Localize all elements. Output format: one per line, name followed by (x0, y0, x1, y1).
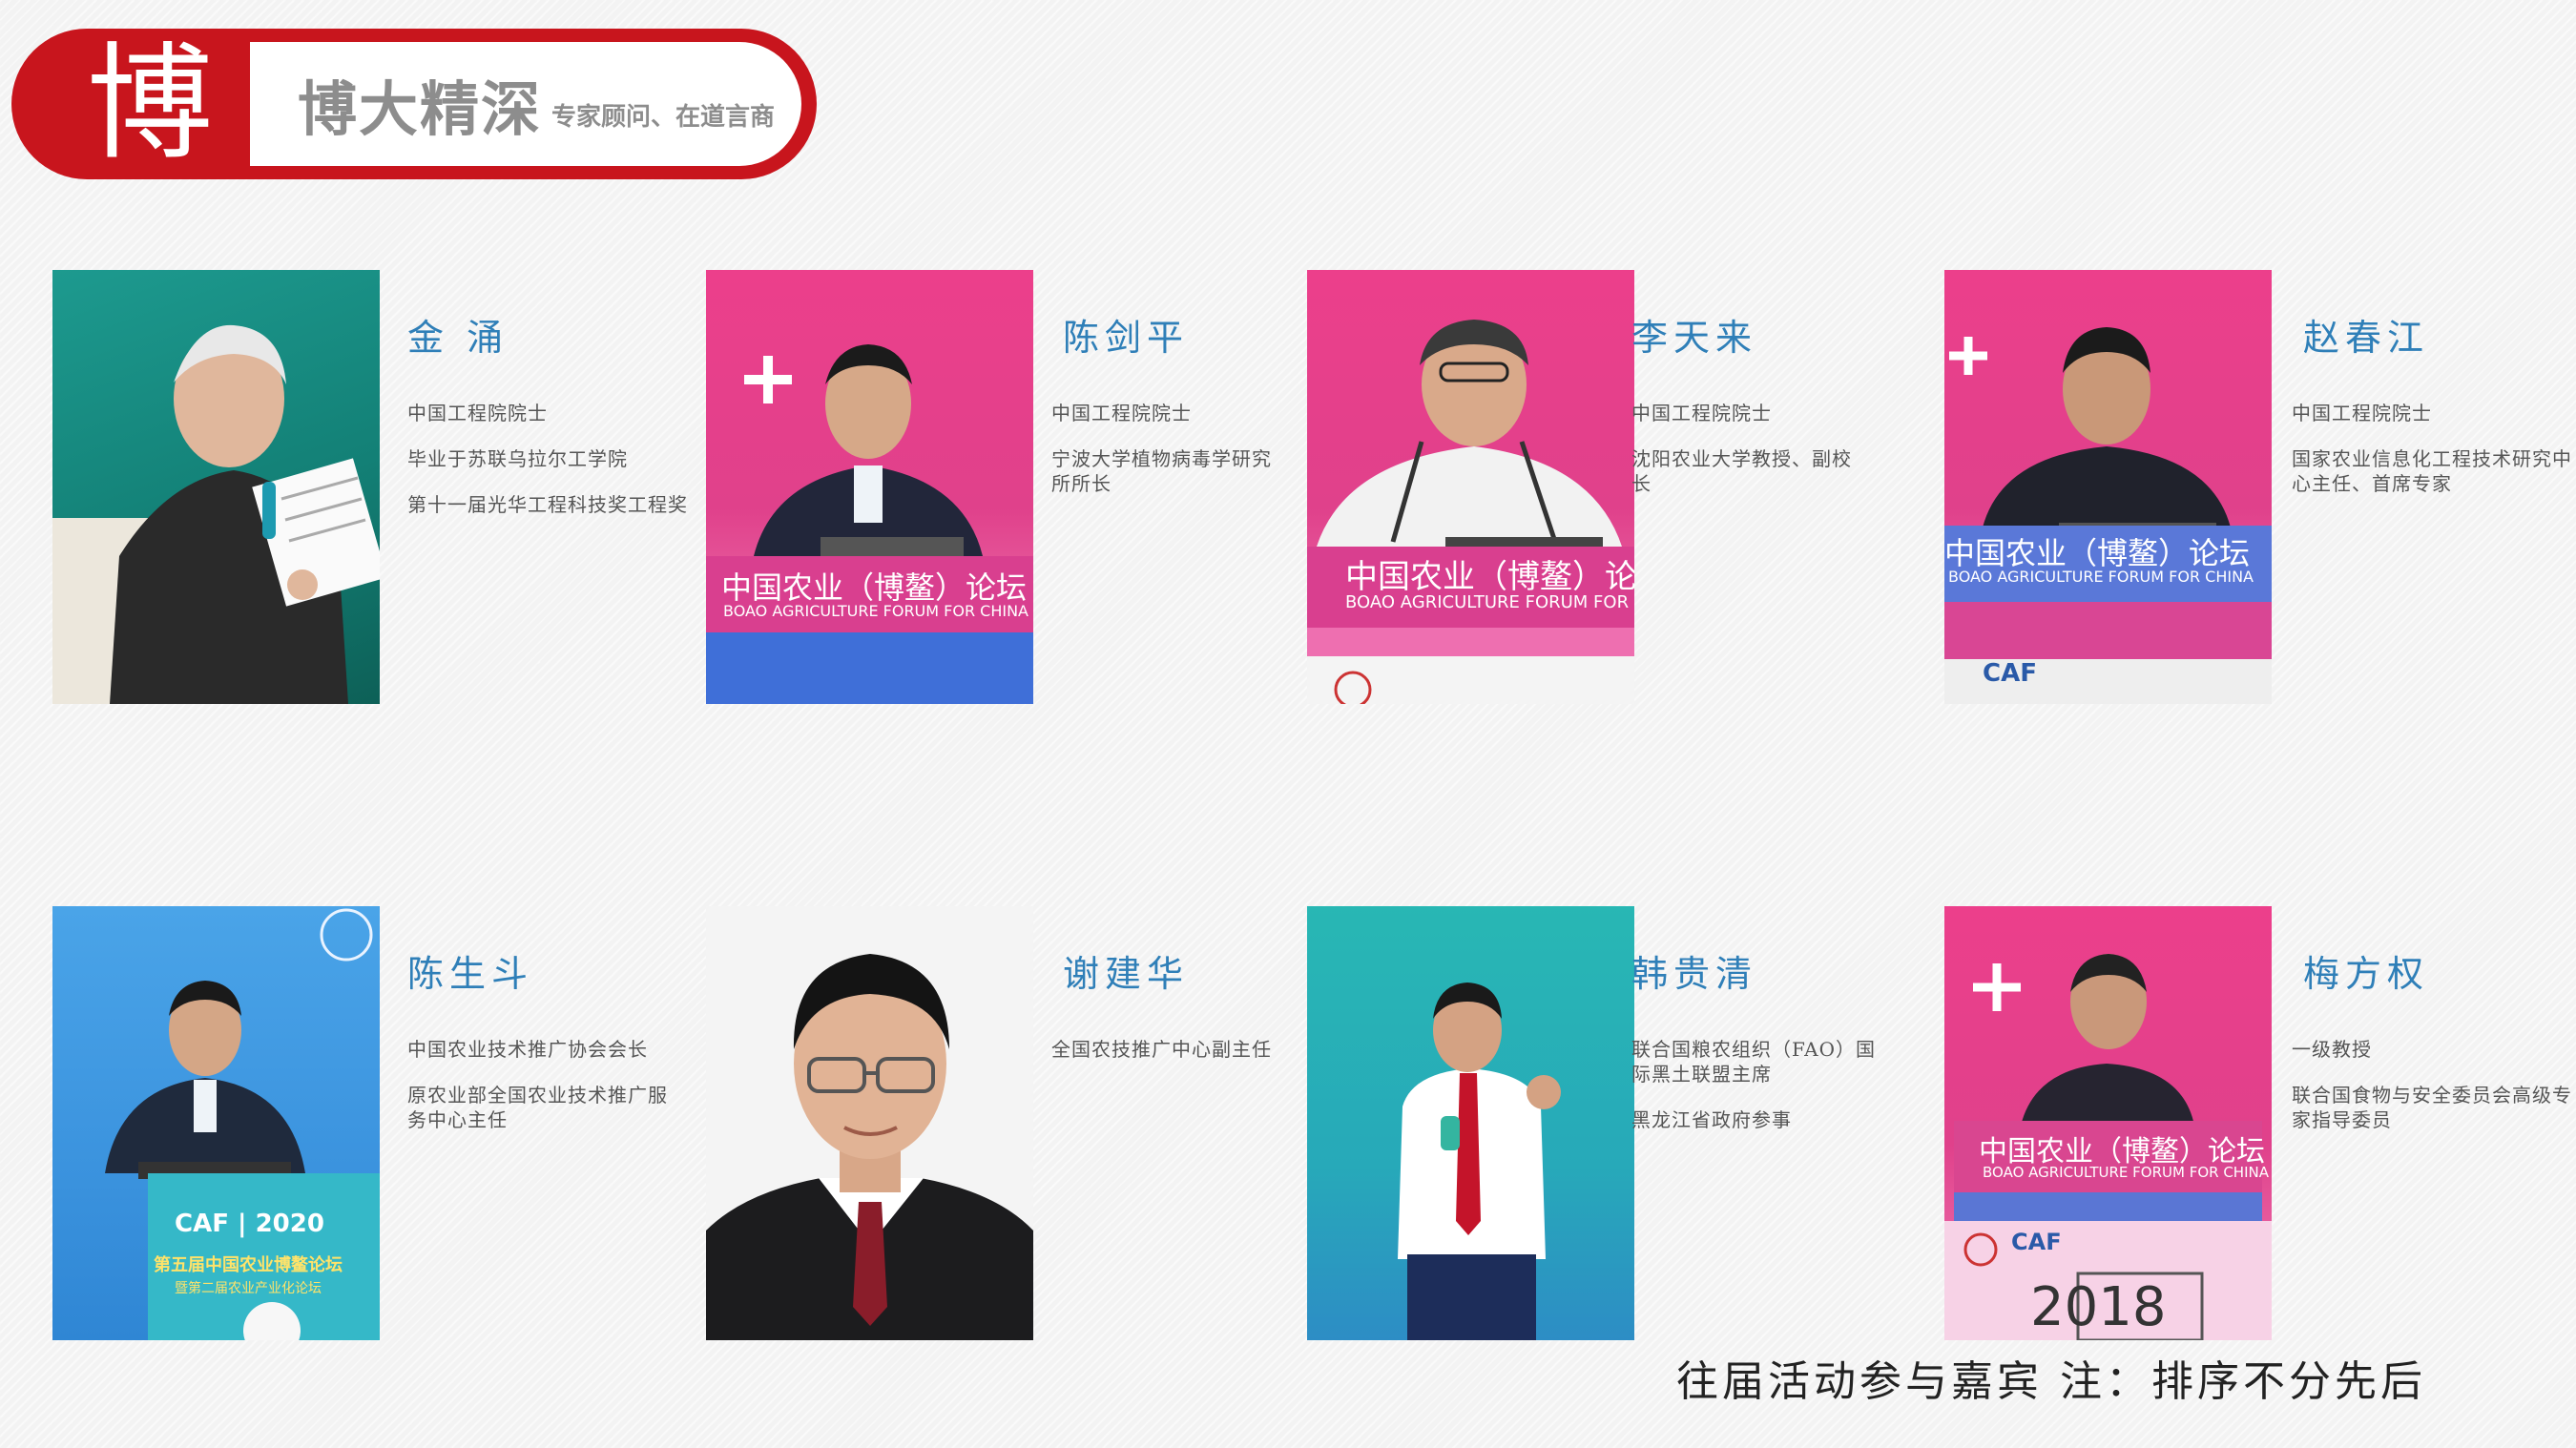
expert-info-1: 金 涌 中国工程院院士 毕业于苏联乌拉尔工学院 第十一届光华工程科技奖工程奖 (407, 308, 694, 538)
footer-note: 往届活动参与嘉宾 注：排序不分先后 (1676, 1357, 2426, 1406)
expert-name: 李天来 (1631, 317, 1758, 359)
expert-desc: 联合国食物与安全委员会高级专家指导委员 (2292, 1084, 2572, 1131)
expert-desc: 国家农业信息化工程技术研究中心主任、首席专家 (2292, 447, 2572, 495)
year-2018: 2018 (2030, 1276, 2167, 1338)
expert-name: 谢建华 (1063, 953, 1190, 995)
expert-card-6: 谢建华 全国农技推广中心副主任 (706, 906, 1326, 1340)
expert-name: 韩贵清 (1631, 953, 1758, 995)
expert-photo-2: 中国农业（博鳌）论坛 BOAO AGRICULTURE FORUM FOR CH… (706, 270, 1033, 704)
expert-desc: 宁波大学植物病毒学研究所所长 (1051, 447, 1272, 495)
expert-desc: 全国农技推广中心副主任 (1051, 1038, 1272, 1061)
banner-en: BOAO AGRICULTURE FORUM FOR CHINA (1983, 1164, 2269, 1181)
caf-logo: CAF | 2020 (175, 1210, 324, 1238)
expert-card-1: 金 涌 中国工程院院士 毕业于苏联乌拉尔工学院 第十一届光华工程科技奖工程奖 (52, 270, 687, 704)
header-title-box: 博大精深 专家顾问、在道言商 (250, 42, 801, 166)
expert-photo-5: CAF | 2020 第五届中国农业博鳌论坛 暨第二届农业产业化论坛 (52, 906, 380, 1340)
person-photo-icon (706, 954, 1033, 1340)
person-photo-icon (1944, 954, 2272, 1340)
expert-card-2: 中国农业（博鳌）论坛 BOAO AGRICULTURE FORUM FOR CH… (706, 270, 1326, 704)
expert-desc: 中国工程院院士 (1051, 402, 1192, 424)
expert-desc: 第十一届光华工程科技奖工程奖 (407, 493, 688, 516)
expert-card-3: 中国农业（博鳌）论坛 BOAO AGRICULTURE FORUM FOR CH… (1307, 270, 1927, 704)
banner-en: BOAO AGRICULTURE FORUM FOR CHINA (1948, 568, 2254, 586)
caf-logo: CAF (2011, 1229, 2062, 1255)
expert-desc: 毕业于苏联乌拉尔工学院 (407, 447, 628, 470)
person-photo-icon (706, 344, 1033, 704)
expert-name: 梅方权 (2303, 953, 2430, 995)
expert-card-8: 中国农业（博鳌）论坛 BOAO AGRICULTURE FORUM FOR CH… (1944, 906, 2571, 1340)
expert-info-4: 赵春江 中国工程院院士 国家农业信息化工程技术研究中心主任、首席专家 (2292, 308, 2576, 517)
expert-name: 金 涌 (407, 317, 509, 359)
expert-card-5: CAF | 2020 第五届中国农业博鳌论坛 暨第二届农业产业化论坛 陈生斗 中… (52, 906, 673, 1340)
person-photo-icon (1307, 320, 1634, 704)
expert-info-5: 陈生斗 中国农业技术推广协会会长 原农业部全国农业技术推广服务中心主任 (407, 944, 694, 1153)
expert-photo-8: 中国农业（博鳌）论坛 BOAO AGRICULTURE FORUM FOR CH… (1944, 906, 2272, 1340)
header-subtitle: 专家顾问、在道言商 (551, 102, 776, 132)
expert-desc: 一级教授 (2292, 1038, 2372, 1061)
expert-name: 陈生斗 (407, 953, 534, 995)
expert-card-7: 韩贵清 联合国粮农组织（FAO）国际黑土联盟主席 黑龙江省政府参事 (1307, 906, 1927, 1340)
expert-desc: 中国工程院院士 (2292, 402, 2432, 424)
forum-title: 第五届中国农业博鳌论坛 (154, 1255, 343, 1275)
header-title: 博大精深 (298, 74, 543, 144)
banner-cn: 中国农业（博鳌）论坛 (1345, 558, 1634, 596)
expert-card-4: 中国农业（博鳌）论坛 BOAO AGRICULTURE FORUM FOR CH… (1944, 270, 2571, 704)
person-photo-icon (1398, 983, 1561, 1340)
header-char: 博 (87, 31, 213, 177)
expert-desc: 中国工程院院士 (407, 402, 548, 424)
expert-photo-7 (1307, 906, 1634, 1340)
caf-logo: CAF (1983, 659, 2037, 688)
expert-name: 陈剑平 (1063, 317, 1190, 359)
banner-en: BOAO AGRICULTURE FORUM FOR CHINA (1345, 592, 1634, 612)
expert-info-6: 谢建华 全国农技推广中心副主任 (1051, 944, 1338, 1083)
expert-photo-1 (52, 270, 380, 704)
expert-info-3: 李天来 中国工程院院士 沈阳农业大学教授、副校长 (1631, 308, 1908, 517)
person-photo-icon (1944, 327, 2272, 704)
expert-desc: 联合国粮农组织（FAO）国际黑土联盟主席 (1631, 1038, 1876, 1086)
expert-info-8: 梅方权 一级教授 联合国食物与安全委员会高级专家指导委员 (2292, 944, 2576, 1153)
expert-desc: 沈阳农业大学教授、副校长 (1631, 447, 1852, 495)
section-header-badge: 博 博大精深 专家顾问、在道言商 (11, 29, 817, 179)
forum-subtitle: 暨第二届农业产业化论坛 (175, 1281, 322, 1296)
expert-desc: 原农业部全国农业技术推广服务中心主任 (407, 1084, 668, 1131)
expert-photo-3: 中国农业（博鳌）论坛 BOAO AGRICULTURE FORUM FOR CH… (1307, 270, 1634, 704)
expert-desc: 黑龙江省政府参事 (1631, 1108, 1792, 1131)
expert-info-2: 陈剑平 中国工程院院士 宁波大学植物病毒学研究所所长 (1051, 308, 1338, 517)
expert-info-7: 韩贵清 联合国粮农组织（FAO）国际黑土联盟主席 黑龙江省政府参事 (1631, 944, 1946, 1153)
expert-desc: 中国工程院院士 (1631, 402, 1772, 424)
banner-en: BOAO AGRICULTURE FORUM FOR CHINA (723, 602, 1028, 620)
person-photo-icon (52, 324, 380, 704)
expert-photo-4: 中国农业（博鳌）论坛 BOAO AGRICULTURE FORUM FOR CH… (1944, 270, 2272, 704)
expert-name: 赵春江 (2303, 317, 2430, 359)
expert-desc: 中国农业技术推广协会会长 (407, 1038, 648, 1061)
expert-photo-6 (706, 906, 1033, 1340)
